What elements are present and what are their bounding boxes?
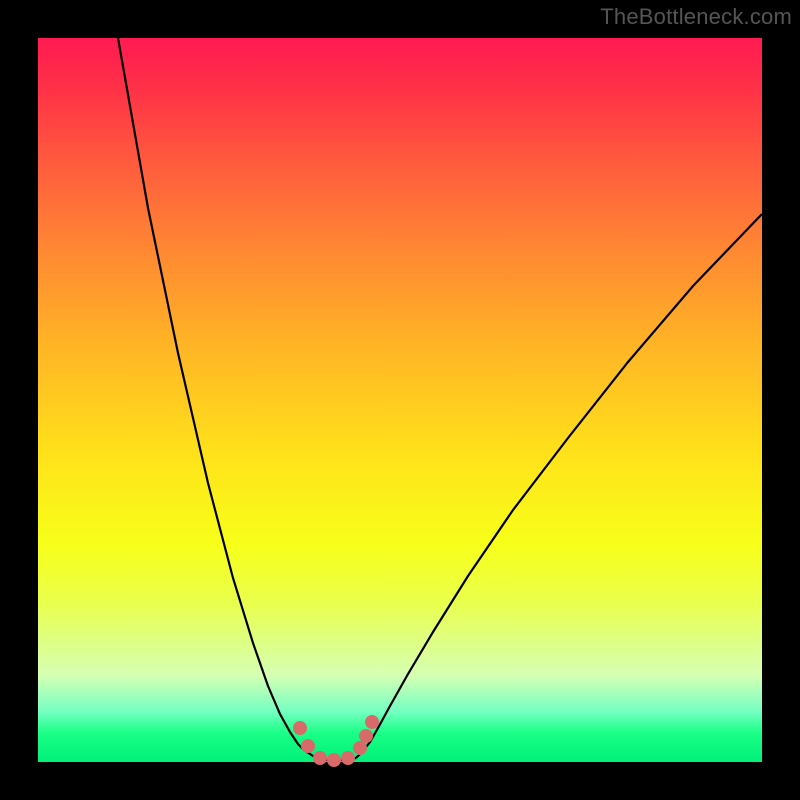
plot-area bbox=[38, 38, 762, 762]
watermark-text: TheBottleneck.com bbox=[600, 4, 792, 30]
valley-markers bbox=[293, 715, 379, 767]
valley-dot bbox=[301, 739, 315, 753]
valley-dot bbox=[359, 729, 373, 743]
valley-dot bbox=[313, 751, 327, 765]
curve-svg bbox=[38, 38, 762, 762]
curve-left-branch bbox=[118, 38, 316, 758]
valley-dot bbox=[353, 741, 367, 755]
valley-dot bbox=[341, 751, 355, 765]
chart-stage: TheBottleneck.com bbox=[0, 0, 800, 800]
valley-dot bbox=[293, 721, 307, 735]
valley-dot bbox=[365, 715, 379, 729]
curve-right-branch bbox=[356, 214, 762, 758]
valley-dot bbox=[327, 753, 341, 767]
